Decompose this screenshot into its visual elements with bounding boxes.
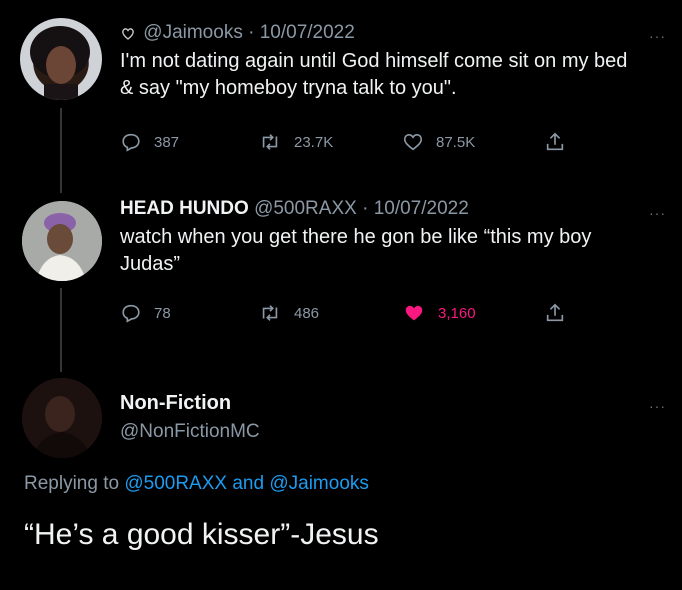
thread-line xyxy=(60,288,62,372)
share-icon xyxy=(546,303,564,322)
reply-button[interactable]: 387 xyxy=(120,131,179,153)
tweet-header: HEAD HUNDO @500RAXX · 10/07/2022 xyxy=(120,198,469,219)
tweet-actions: 387 23.7K 87.5K xyxy=(120,131,580,155)
share-button[interactable] xyxy=(544,302,566,324)
avatar-head-hundo[interactable] xyxy=(22,201,102,281)
more-options-button[interactable]: ··· xyxy=(649,205,666,221)
retweet-count: 23.7K xyxy=(294,133,334,151)
heart-filled-icon xyxy=(405,305,423,321)
thread-line xyxy=(60,108,62,193)
display-name[interactable]: Non-Fiction xyxy=(120,392,642,415)
tweet-handle[interactable]: @Jaimooks xyxy=(143,22,243,43)
mention-link[interactable]: @500RAXX xyxy=(124,473,227,494)
tweet-actions: 78 486 3,160 xyxy=(120,302,580,326)
reply-icon xyxy=(122,304,140,323)
replying-to: Replying to @500RAXX and @Jaimooks xyxy=(24,473,369,494)
reply-button[interactable]: 78 xyxy=(120,302,171,324)
share-icon xyxy=(546,132,564,151)
tweet-text: I'm not dating again until God himself c… xyxy=(120,50,628,99)
tweet-handle[interactable]: @NonFictionMC xyxy=(120,421,642,443)
avatar-image xyxy=(22,378,102,458)
reply-icon xyxy=(122,133,140,152)
retweet-button[interactable]: 486 xyxy=(258,302,319,324)
reply-count: 387 xyxy=(154,133,180,151)
avatar-jaimooks[interactable] xyxy=(20,18,102,100)
tweet-date[interactable]: 10/07/2022 xyxy=(374,198,469,219)
heart-icon xyxy=(403,134,423,151)
more-options-button[interactable]: ··· xyxy=(649,28,666,44)
more-options-button[interactable]: ··· xyxy=(649,398,666,414)
like-count: 3,160 xyxy=(438,304,476,322)
tweet-header: @Jaimooks · 10/07/2022 xyxy=(120,22,642,44)
retweet-icon xyxy=(262,305,278,321)
handle-icon xyxy=(120,25,138,41)
display-name[interactable]: HEAD HUNDO xyxy=(120,198,249,219)
like-button[interactable]: 3,160 xyxy=(402,302,476,324)
like-count: 87.5K xyxy=(436,133,476,151)
avatar-image xyxy=(22,201,102,281)
tweet-text: “He’s a good kisser”-Jesus xyxy=(24,518,379,551)
share-button[interactable] xyxy=(544,131,566,153)
mention-link[interactable]: @Jaimooks xyxy=(269,473,369,494)
avatar-image xyxy=(30,26,90,100)
retweet-count: 486 xyxy=(294,304,320,322)
tweet-text: watch when you get there he gon be like … xyxy=(120,226,592,275)
tweet-date[interactable]: 10/07/2022 xyxy=(260,22,355,43)
avatar-non-fiction[interactable] xyxy=(22,378,102,458)
retweet-button[interactable]: 23.7K xyxy=(258,131,333,153)
tweet-handle[interactable]: @500RAXX xyxy=(254,198,357,219)
reply-count: 78 xyxy=(154,304,171,322)
retweet-icon xyxy=(262,134,278,150)
like-button[interactable]: 87.5K xyxy=(402,131,475,153)
